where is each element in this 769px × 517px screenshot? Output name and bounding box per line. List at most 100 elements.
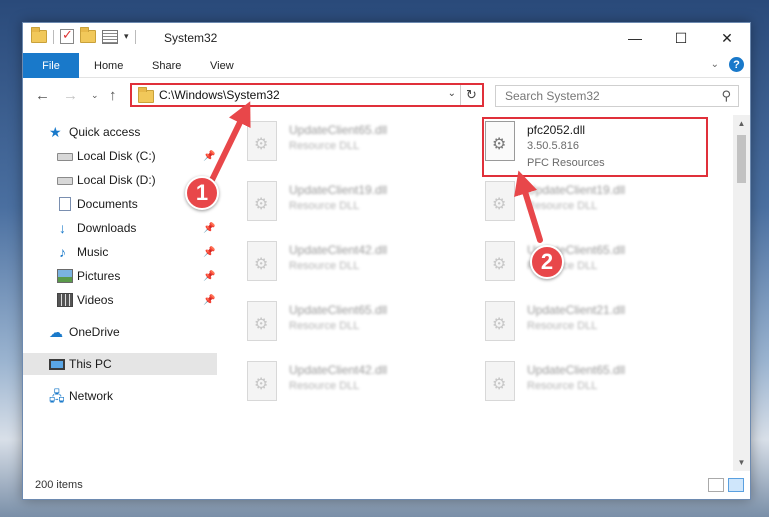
sidebar-item-label: OneDrive: [69, 325, 120, 339]
file-type: Resource DLL: [289, 200, 360, 212]
file-name: UpdateClient65.dll: [289, 303, 388, 317]
sidebar-item-network[interactable]: 🖧 Network: [23, 385, 217, 407]
file-type: Resource DLL: [289, 260, 360, 272]
details-view-icon[interactable]: [708, 478, 724, 492]
dll-file-icon: ⚙: [485, 301, 515, 341]
maximize-button[interactable]: ☐: [658, 23, 704, 53]
network-icon: 🖧: [49, 388, 65, 404]
tab-file[interactable]: File: [23, 53, 79, 78]
search-box[interactable]: Search System32 ⚲: [495, 85, 739, 107]
window-controls: — ☐ ✕: [612, 23, 750, 53]
step-two-badge: 2: [530, 245, 564, 279]
up-arrow-icon[interactable]: ↑: [109, 87, 117, 104]
gear-icon: ⚙: [254, 376, 269, 393]
toolbar-separator: [53, 29, 54, 44]
sidebar-item-label: Local Disk (C:): [77, 149, 156, 163]
list-item[interactable]: ⚙ UpdateClient42.dll Resource DLL: [219, 357, 449, 413]
scroll-down-icon[interactable]: ▼: [733, 454, 750, 471]
scrollbar-thumb[interactable]: [737, 135, 746, 183]
sidebar-item-label: Network: [69, 389, 114, 403]
this-pc-icon: [49, 359, 65, 370]
close-button[interactable]: ✕: [704, 23, 750, 53]
dll-file-icon: ⚙: [485, 181, 515, 221]
properties-icon[interactable]: [102, 29, 118, 44]
list-item[interactable]: ⚙ UpdateClient42.dll Resource DLL: [219, 237, 449, 293]
list-item[interactable]: ⚙ UpdateClient65.dll Resource DLL: [457, 237, 687, 293]
sidebar-item-downloads[interactable]: ↓ Downloads 📌: [23, 217, 217, 239]
address-path[interactable]: C:\Windows\System32: [159, 88, 280, 102]
pin-icon[interactable]: 📌: [203, 271, 215, 282]
customize-toolbar-icon[interactable]: ▾: [124, 31, 129, 42]
help-icon[interactable]: ?: [729, 57, 744, 72]
scroll-up-icon[interactable]: ▲: [733, 115, 750, 132]
sidebar-item-this-pc[interactable]: This PC: [23, 353, 217, 375]
gear-icon: ⚙: [254, 196, 269, 213]
tab-home[interactable]: Home: [94, 53, 123, 78]
new-folder-icon[interactable]: [80, 27, 96, 43]
recent-locations-icon[interactable]: ⌄: [91, 90, 99, 101]
file-type: Resource DLL: [289, 380, 360, 392]
disk-icon: [57, 153, 73, 161]
file-type: Resource DLL: [527, 320, 598, 332]
properties-check-icon[interactable]: [60, 27, 74, 44]
minimize-button[interactable]: —: [612, 23, 658, 53]
file-name: UpdateClient19.dll: [289, 183, 388, 197]
videos-icon: [57, 293, 73, 307]
star-icon: ★: [49, 124, 62, 140]
list-item[interactable]: ⚙ UpdateClient65.dll Resource DLL: [457, 357, 687, 413]
sidebar-item-label: Pictures: [77, 269, 121, 283]
file-name: UpdateClient42.dll: [289, 243, 388, 257]
sidebar-item-label: Music: [77, 245, 109, 259]
sidebar-item-quick-access[interactable]: ★ Quick access: [23, 121, 217, 143]
sidebar-item-music[interactable]: ♪ Music 📌: [23, 241, 217, 263]
gear-icon: ⚙: [254, 136, 269, 153]
file-type: Resource DLL: [289, 140, 360, 152]
list-item[interactable]: ⚙ UpdateClient21.dll Resource DLL: [457, 297, 687, 353]
explorer-window: ▾ System32 — ☐ ✕ File Home Share View ⌄ …: [22, 22, 751, 500]
address-bar[interactable]: C:\Windows\System32 ⌄ ↻: [130, 83, 484, 107]
tab-view[interactable]: View: [210, 53, 234, 78]
expand-ribbon-icon[interactable]: ⌄: [711, 59, 719, 70]
window-title: System32: [164, 31, 218, 45]
file-name: UpdateClient42.dll: [289, 363, 388, 377]
pin-icon[interactable]: 📌: [203, 151, 215, 162]
back-arrow-icon[interactable]: ←: [35, 87, 50, 104]
pin-icon[interactable]: 📌: [203, 247, 215, 258]
list-item[interactable]: ⚙ UpdateClient19.dll Resource DLL: [219, 177, 449, 233]
sidebar-item-label: Local Disk (D:): [77, 173, 156, 187]
sidebar-item-label: This PC: [69, 357, 112, 371]
gear-icon: ⚙: [492, 256, 507, 273]
music-icon: ♪: [59, 244, 66, 260]
dll-file-icon: ⚙: [485, 361, 515, 401]
vertical-scrollbar[interactable]: ▲ ▼: [733, 115, 750, 471]
list-item[interactable]: ⚙ UpdateClient19.dll Resource DLL: [457, 177, 687, 233]
address-folder-icon: [138, 87, 154, 103]
dll-file-icon: ⚙: [247, 181, 277, 221]
forward-arrow-icon[interactable]: →: [63, 87, 78, 104]
ribbon-help-area: ⌄ ?: [711, 57, 744, 72]
status-bar: 200 items: [23, 473, 750, 499]
file-name: UpdateClient65.dll: [289, 123, 388, 137]
sidebar-item-pictures[interactable]: Pictures 📌: [23, 265, 217, 287]
file-type: Resource DLL: [527, 380, 598, 392]
pin-icon[interactable]: 📌: [203, 223, 215, 234]
search-input[interactable]: Search System32: [505, 89, 600, 103]
address-dropdown-icon[interactable]: ⌄: [448, 88, 456, 99]
item-count: 200 items: [35, 479, 83, 491]
file-name: UpdateClient21.dll: [527, 303, 626, 317]
refresh-icon[interactable]: ↻: [460, 85, 482, 105]
sidebar-item-videos[interactable]: Videos 📌: [23, 289, 217, 311]
gear-icon: ⚙: [492, 196, 507, 213]
onedrive-icon: ☁: [49, 324, 63, 340]
search-icon[interactable]: ⚲: [721, 88, 731, 104]
list-item[interactable]: ⚙ UpdateClient65.dll Resource DLL: [219, 297, 449, 353]
list-item[interactable]: ⚙ UpdateClient65.dll Resource DLL: [219, 117, 449, 173]
sidebar-item-local-disk-c[interactable]: Local Disk (C:) 📌: [23, 145, 217, 167]
gear-icon: ⚙: [492, 376, 507, 393]
large-icons-view-icon[interactable]: [728, 478, 744, 492]
pin-icon[interactable]: 📌: [203, 295, 215, 306]
file-type: Resource DLL: [527, 200, 598, 212]
tab-share[interactable]: Share: [152, 53, 181, 78]
sidebar-item-onedrive[interactable]: ☁ OneDrive: [23, 321, 217, 343]
dll-file-icon: ⚙: [247, 361, 277, 401]
